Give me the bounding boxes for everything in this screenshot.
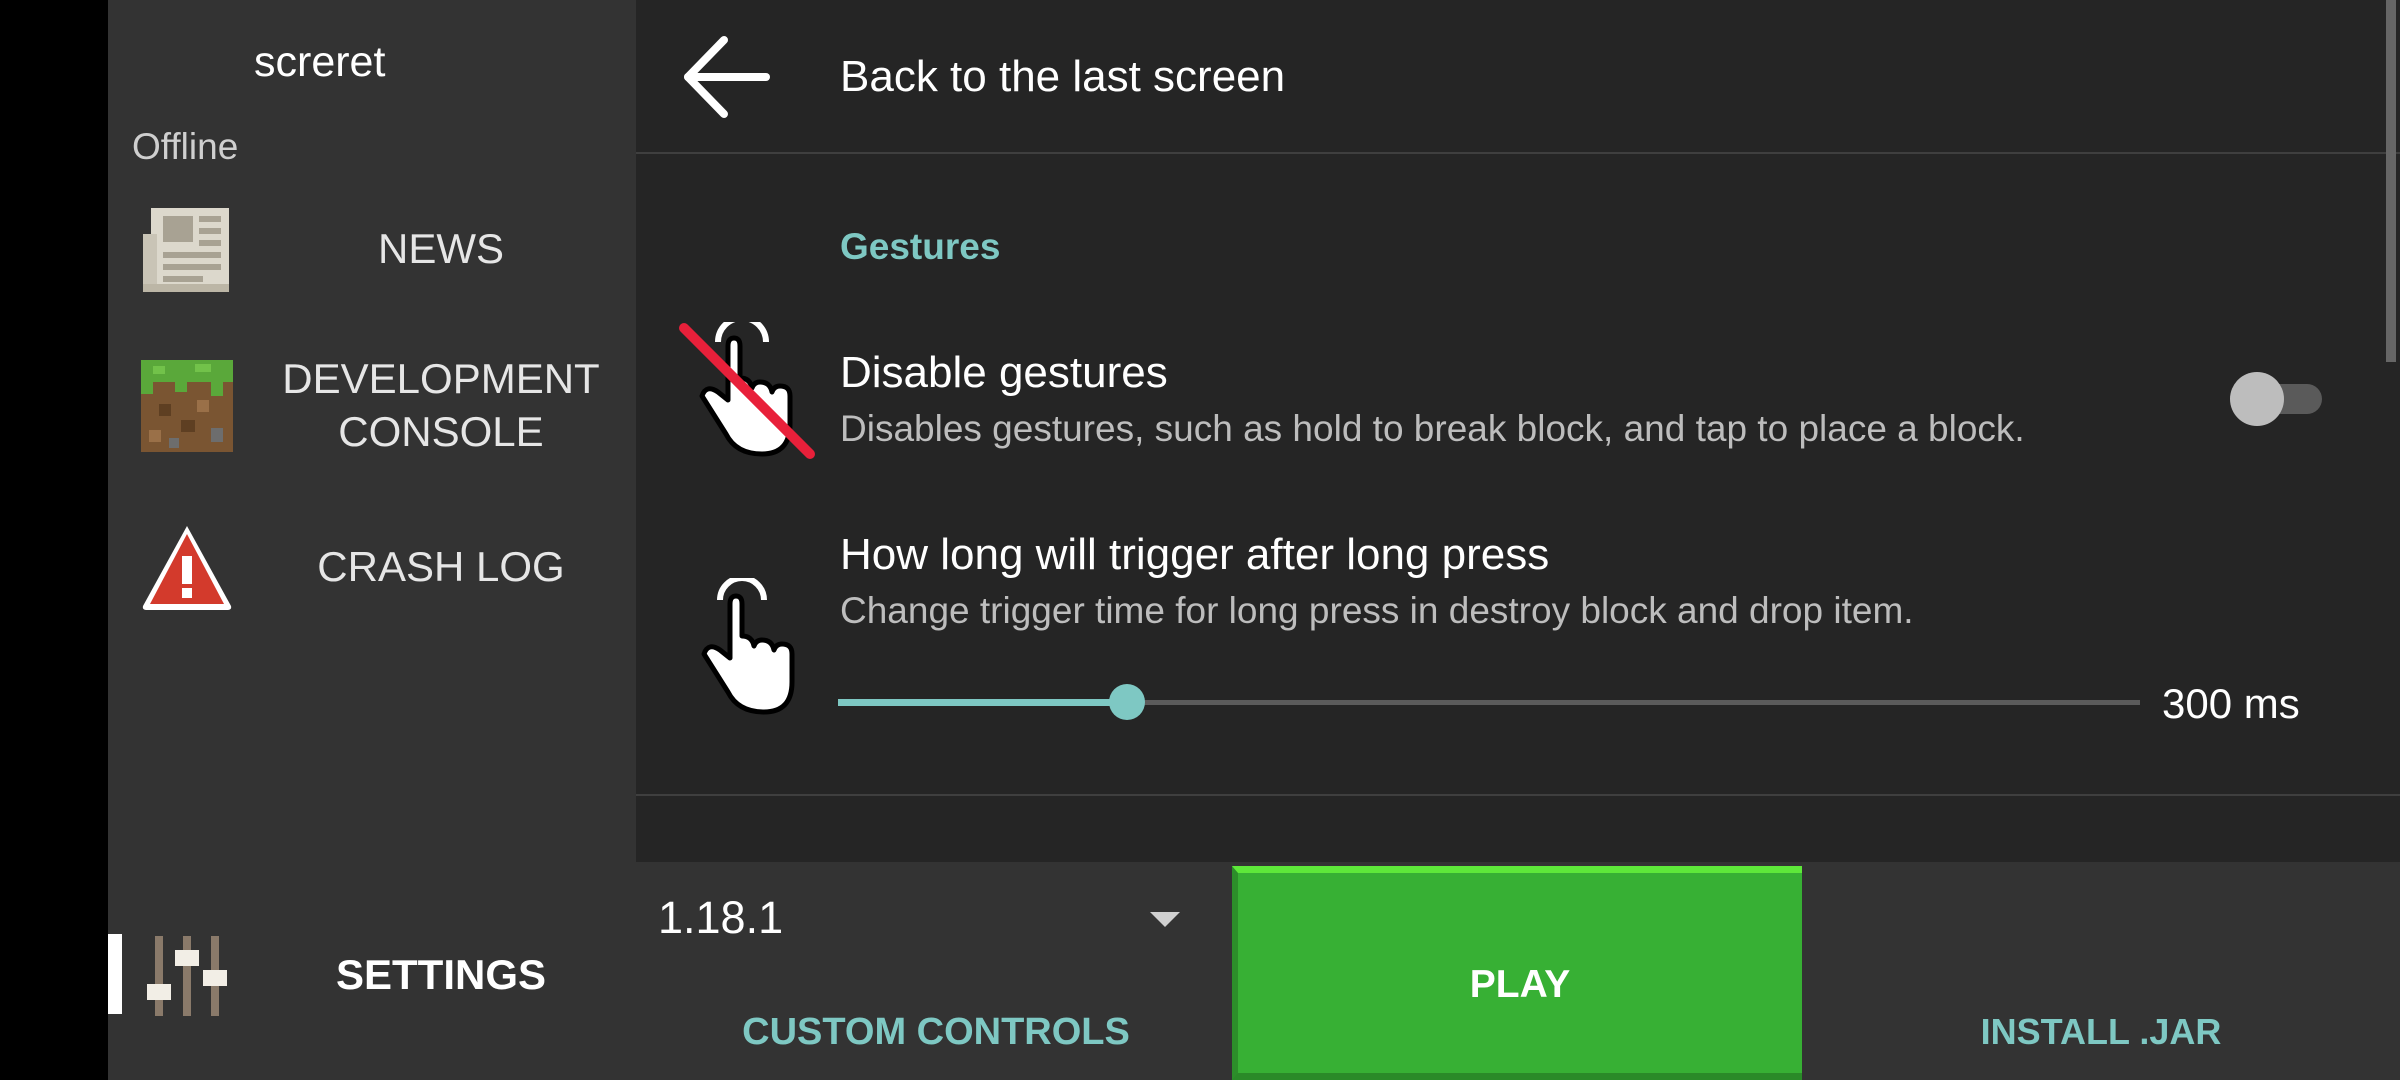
- back-label: Back to the last screen: [840, 52, 1286, 101]
- settings-panel: Back to the last screen Gestures Disable…: [636, 0, 2400, 862]
- pref-title-disable-gestures: Disable gestures: [840, 348, 1168, 397]
- long-press-slider[interactable]: [838, 680, 2140, 724]
- slider-fill: [838, 699, 1127, 706]
- warning-icon: [142, 526, 232, 610]
- bottom-bar: 1.18.1 CUSTOM CONTROLS PLAY INSTALL .JAR: [636, 862, 2400, 1080]
- section-title: Gestures: [840, 226, 1001, 267]
- toggle-thumb: [2230, 372, 2284, 426]
- tap-hand-icon: [701, 578, 795, 715]
- gesture-disabled-icon: [679, 322, 815, 459]
- version-value: 1.18.1: [658, 892, 784, 943]
- sliders-icon: [147, 936, 227, 1016]
- version-dropdown[interactable]: 1.18.1: [636, 862, 1236, 972]
- sidebar-item-label: NEWS: [378, 225, 504, 272]
- sidebar-item-development-console[interactable]: DEVELOPMENT CONSOLE: [108, 352, 636, 462]
- pref-summary-long-press: Change trigger time for long press in de…: [840, 590, 1914, 631]
- pref-title-long-press: How long will trigger after long press: [840, 530, 1550, 579]
- pref-summary-disable-gestures: Disables gestures, such as hold to break…: [840, 408, 2025, 449]
- back-arrow-icon: [684, 36, 770, 118]
- custom-controls-button[interactable]: CUSTOM CONTROLS: [636, 992, 1236, 1072]
- sidebar-item-settings[interactable]: SETTINGS: [108, 926, 636, 1026]
- scrollbar[interactable]: [2386, 0, 2396, 362]
- grass-block-icon: [141, 360, 233, 452]
- newspaper-icon: [143, 208, 229, 292]
- sidebar-item-label: SETTINGS: [335, 951, 547, 998]
- dropdown-arrow-icon: [1150, 912, 1180, 927]
- sidebar: screret Offline NEWS DEVELOPMENT CONSOLE…: [108, 0, 636, 1080]
- section-divider: [636, 794, 2400, 796]
- slider-value: 300 ms: [2162, 680, 2300, 727]
- play-label: PLAY: [1469, 963, 1571, 1006]
- install-jar-button[interactable]: INSTALL .JAR: [1802, 992, 2400, 1072]
- active-indicator: [108, 934, 122, 1014]
- launcher-screen: screret Offline NEWS DEVELOPMENT CONSOLE…: [0, 0, 2400, 1080]
- sidebar-item-crash-log[interactable]: CRASH LOG: [108, 518, 636, 618]
- back-header[interactable]: Back to the last screen: [636, 0, 2400, 154]
- account-status: Offline: [132, 126, 239, 167]
- sidebar-item-label: CRASH LOG: [317, 543, 565, 590]
- disable-gestures-toggle[interactable]: [2230, 372, 2326, 426]
- play-button[interactable]: PLAY: [1232, 866, 1802, 1080]
- account-name[interactable]: screret: [254, 38, 385, 87]
- slider-thumb[interactable]: [1109, 684, 1145, 720]
- sidebar-item-news[interactable]: NEWS: [108, 200, 636, 300]
- sidebar-item-label: DEVELOPMENT CONSOLE: [282, 355, 600, 455]
